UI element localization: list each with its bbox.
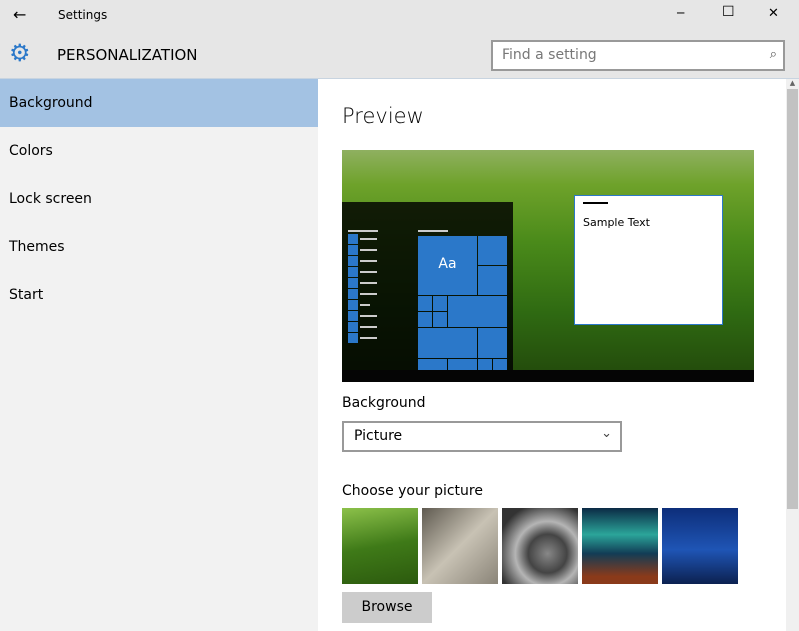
title-bar: ← Settings ─ ☐ ✕: [0, 0, 799, 32]
window-title: Settings: [58, 8, 108, 22]
preview-app-icon: [348, 245, 358, 255]
picture-thumbnail-windmills[interactable]: [662, 508, 738, 584]
page-title: PERSONALIZATION: [57, 46, 198, 64]
preview-app-icon: [348, 322, 358, 332]
sidebar-item-start[interactable]: Start: [0, 271, 318, 319]
preview-app-label: [360, 293, 377, 295]
preview-app-icon: [348, 278, 358, 288]
preview-app-label: [360, 282, 377, 284]
scroll-up-icon[interactable]: ▲: [786, 79, 799, 89]
preview-app-icon: [348, 256, 358, 266]
preview-app-label: [360, 326, 377, 328]
scrollbar[interactable]: ▲: [786, 79, 799, 631]
preview-start-menu: Aa: [342, 202, 513, 370]
scrollbar-thumb[interactable]: [787, 89, 798, 509]
minimize-button[interactable]: ─: [677, 6, 684, 20]
picture-thumbnail-tea-field[interactable]: [342, 508, 418, 584]
search-input[interactable]: Find a setting ⌕: [491, 40, 785, 71]
preview-app-label: [360, 260, 377, 262]
preview-title: Preview: [342, 104, 424, 128]
sidebar-item-themes[interactable]: Themes: [0, 223, 318, 271]
sidebar-item-background[interactable]: Background: [0, 79, 318, 127]
preview-app-label: [360, 238, 377, 240]
preview-app-icon: [348, 289, 358, 299]
close-button[interactable]: ✕: [768, 6, 779, 21]
preview-app-label: [360, 337, 377, 339]
picture-thumbnail-gears[interactable]: [502, 508, 578, 584]
sample-text: Sample Text: [583, 216, 650, 229]
gear-icon: ⚙: [9, 39, 31, 67]
preview-app-label: [360, 315, 377, 317]
background-label: Background: [342, 395, 426, 411]
preview-app-icon: [348, 311, 358, 321]
background-dropdown[interactable]: Picture ⌄: [342, 421, 622, 452]
chevron-down-icon: ⌄: [601, 426, 612, 441]
background-dropdown-value: Picture: [354, 428, 403, 444]
preview-app-icon: [348, 234, 358, 244]
browse-button[interactable]: Browse: [342, 592, 432, 623]
preview-app-label: [360, 271, 377, 273]
preview-app-label: [360, 249, 377, 251]
search-icon: ⌕: [769, 47, 777, 62]
preview-app-icon: [348, 267, 358, 277]
preview-window: Sample Text: [574, 195, 723, 325]
preview-app-icon: [348, 333, 358, 343]
sidebar-item-colors[interactable]: Colors: [0, 127, 318, 175]
back-arrow-icon[interactable]: ←: [13, 5, 26, 24]
maximize-button[interactable]: ☐: [722, 4, 735, 20]
preview-image: Aa Sample Text: [342, 150, 754, 382]
search-placeholder: Find a setting: [502, 47, 597, 63]
picture-thumbnail-aurora[interactable]: [582, 508, 658, 584]
preview-taskbar: [342, 370, 754, 382]
choose-picture-label: Choose your picture: [342, 483, 483, 499]
picture-thumbnail-sketch[interactable]: [422, 508, 498, 584]
preview-app-icon: [348, 300, 358, 310]
preview-app-label: [360, 304, 370, 306]
sidebar: Background Colors Lock screen Themes Sta…: [0, 79, 318, 631]
preview-tile-text: Aa: [438, 256, 457, 272]
sidebar-item-lock-screen[interactable]: Lock screen: [0, 175, 318, 223]
